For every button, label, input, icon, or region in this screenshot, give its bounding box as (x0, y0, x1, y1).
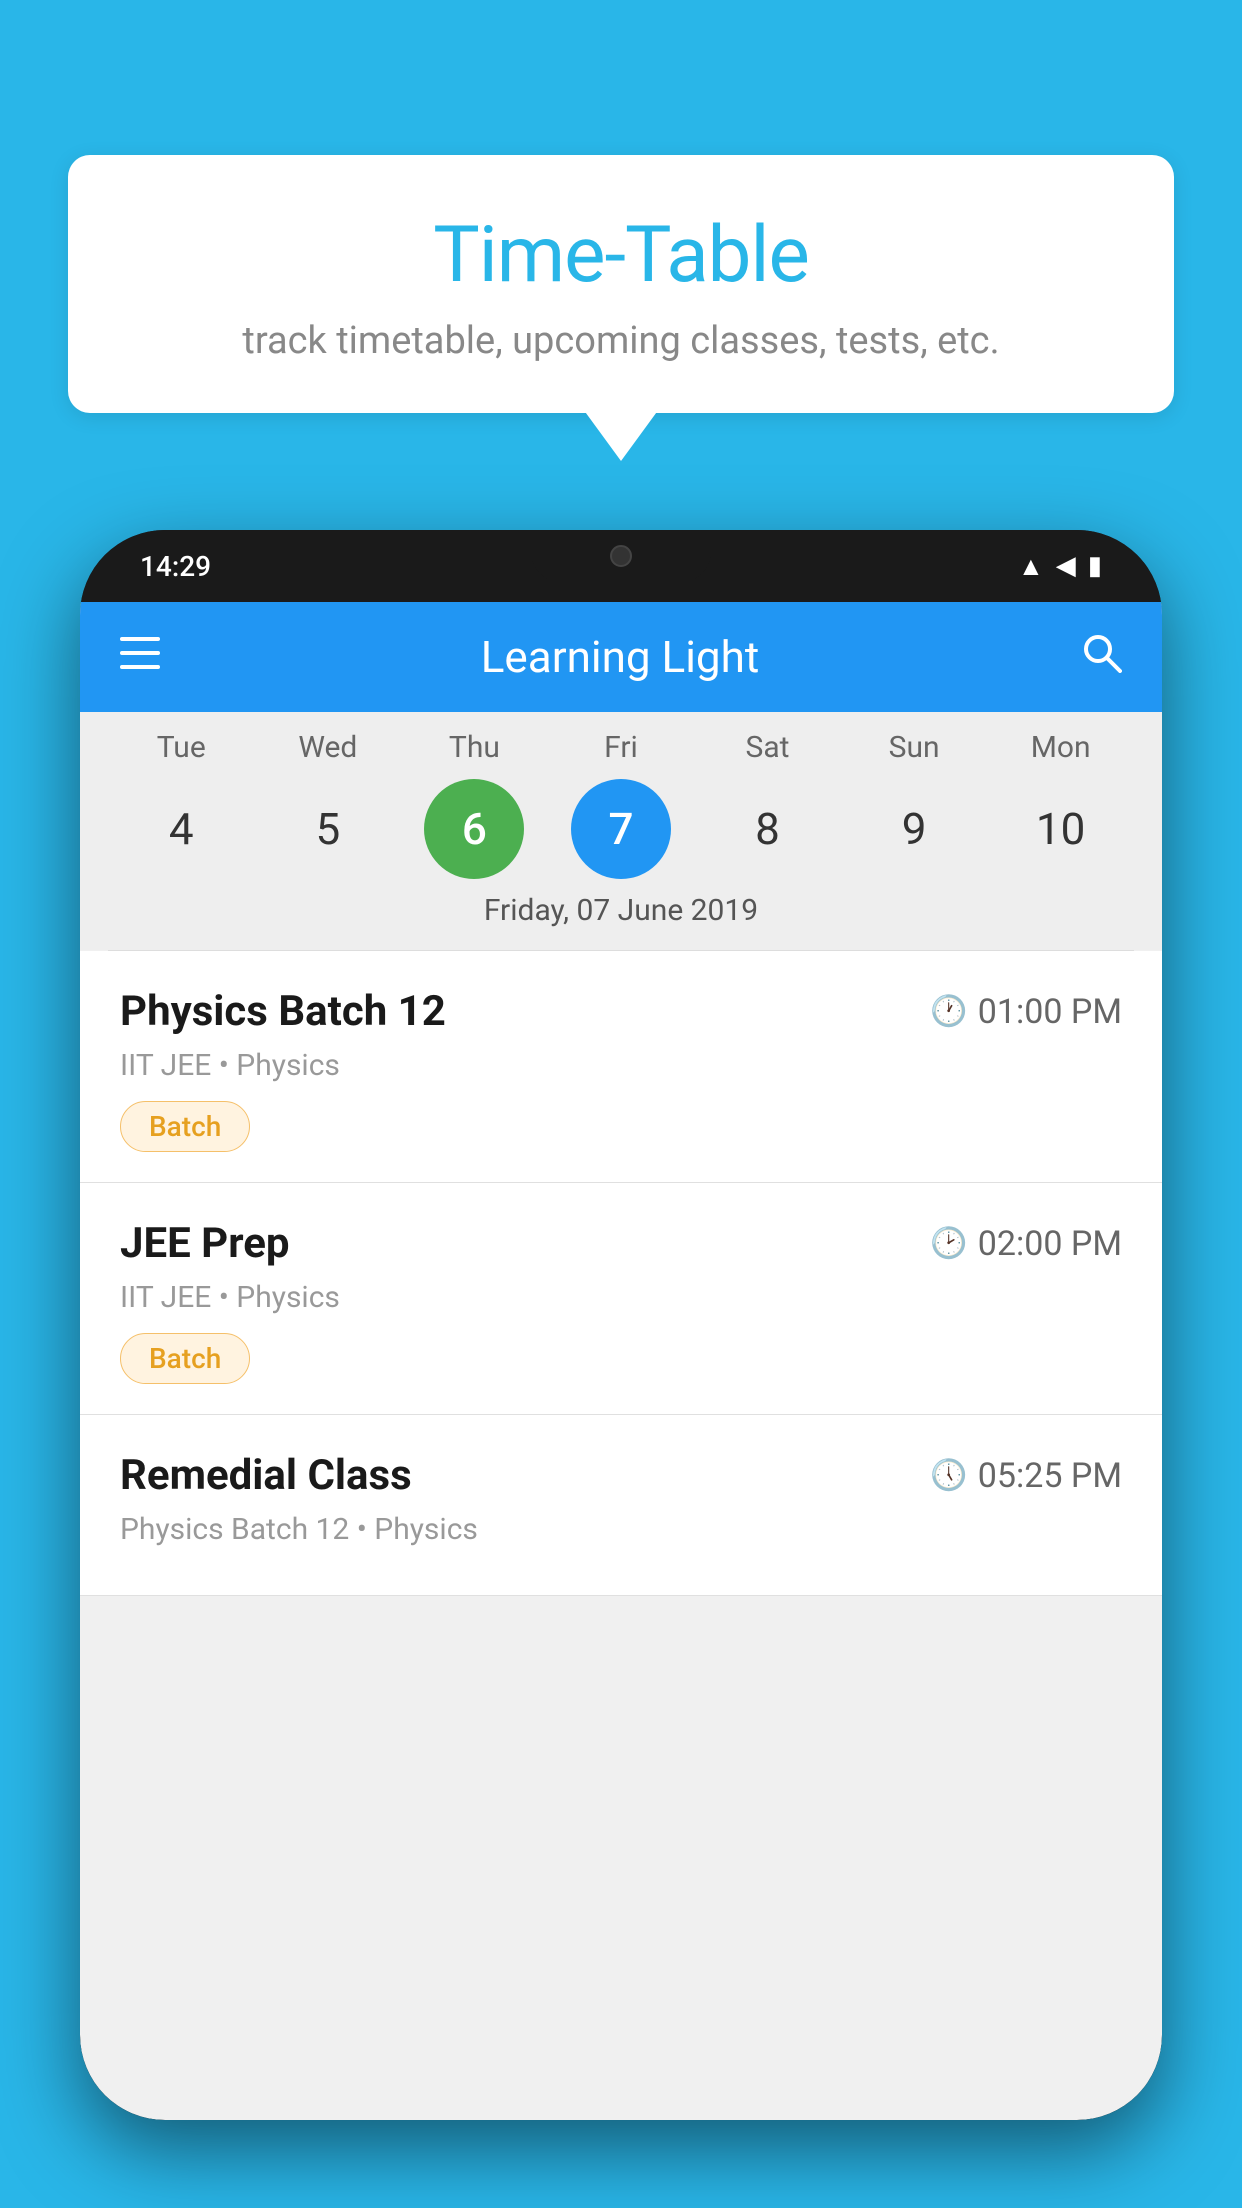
schedule-item-1[interactable]: JEE Prep 🕑 02:00 PM IIT JEE • Physics Ba… (80, 1183, 1162, 1415)
status-time: 14:29 (140, 550, 211, 583)
schedule-title-2: Remedial Class (120, 1451, 412, 1500)
schedule-item-header-2: Remedial Class 🕔 05:25 PM (120, 1451, 1122, 1500)
day-label-thu: Thu (424, 730, 524, 765)
schedule-item-header-1: JEE Prep 🕑 02:00 PM (120, 1219, 1122, 1268)
schedule-subtitle-2: Physics Batch 12 • Physics (120, 1512, 1122, 1547)
batch-badge-0: Batch (120, 1101, 250, 1152)
date-9[interactable]: 9 (864, 779, 964, 879)
schedule-time-text-1: 02:00 PM (978, 1224, 1122, 1264)
day-label-tue: Tue (131, 730, 231, 765)
phone-container: 14:29 ▲ ◀ ▮ Learning (80, 530, 1162, 2208)
date-7-selected[interactable]: 7 (571, 779, 671, 879)
schedule-time-text-0: 01:00 PM (978, 992, 1122, 1032)
app-bar-title: Learning Light (160, 631, 1080, 683)
battery-icon: ▮ (1088, 551, 1102, 581)
phone-screen: Learning Light Tue Wed Thu Fri Sat Sun (80, 602, 1162, 2120)
day-label-sat: Sat (718, 730, 818, 765)
app-bar: Learning Light (80, 602, 1162, 712)
bubble-subtitle: track timetable, upcoming classes, tests… (128, 319, 1114, 363)
day-label-mon: Mon (1011, 730, 1111, 765)
schedule-time-1: 🕑 02:00 PM (930, 1224, 1122, 1264)
schedule-list: Physics Batch 12 🕐 01:00 PM IIT JEE • Ph… (80, 951, 1162, 1596)
clock-icon-0: 🕐 (930, 994, 967, 1029)
schedule-time-0: 🕐 01:00 PM (930, 992, 1122, 1032)
schedule-title-0: Physics Batch 12 (120, 987, 446, 1036)
clock-icon-2: 🕔 (930, 1458, 967, 1493)
schedule-subtitle-1: IIT JEE • Physics (120, 1280, 1122, 1315)
menu-icon[interactable] (120, 635, 160, 679)
speech-bubble-container: Time-Table track timetable, upcoming cla… (68, 155, 1174, 413)
date-5[interactable]: 5 (278, 779, 378, 879)
day-label-fri: Fri (571, 730, 671, 765)
phone-notch (531, 530, 711, 582)
schedule-item-0[interactable]: Physics Batch 12 🕐 01:00 PM IIT JEE • Ph… (80, 951, 1162, 1183)
search-icon[interactable] (1080, 631, 1122, 683)
schedule-title-1: JEE Prep (120, 1219, 290, 1268)
wifi-icon: ▲ (1018, 551, 1044, 582)
calendar-days-header: Tue Wed Thu Fri Sat Sun Mon (80, 730, 1162, 765)
schedule-item-2[interactable]: Remedial Class 🕔 05:25 PM Physics Batch … (80, 1415, 1162, 1596)
phone-frame: 14:29 ▲ ◀ ▮ Learning (80, 530, 1162, 2120)
batch-badge-1: Batch (120, 1333, 250, 1384)
calendar-strip: Tue Wed Thu Fri Sat Sun Mon 4 5 6 7 8 9 … (80, 712, 1162, 950)
date-8[interactable]: 8 (718, 779, 818, 879)
day-label-sun: Sun (864, 730, 964, 765)
schedule-item-header-0: Physics Batch 12 🕐 01:00 PM (120, 987, 1122, 1036)
date-4[interactable]: 4 (131, 779, 231, 879)
status-bar: 14:29 ▲ ◀ ▮ (80, 530, 1162, 602)
date-10[interactable]: 10 (1011, 779, 1111, 879)
bubble-title: Time-Table (128, 210, 1114, 301)
front-camera (610, 545, 632, 567)
schedule-time-text-2: 05:25 PM (978, 1456, 1122, 1496)
schedule-subtitle-0: IIT JEE • Physics (120, 1048, 1122, 1083)
date-6-today[interactable]: 6 (424, 779, 524, 879)
schedule-time-2: 🕔 05:25 PM (930, 1456, 1122, 1496)
day-label-wed: Wed (278, 730, 378, 765)
speech-bubble: Time-Table track timetable, upcoming cla… (68, 155, 1174, 413)
calendar-dates: 4 5 6 7 8 9 10 (80, 779, 1162, 879)
signal-icon: ◀ (1056, 551, 1076, 581)
status-icons: ▲ ◀ ▮ (1018, 551, 1102, 582)
clock-icon-1: 🕑 (930, 1226, 967, 1261)
selected-date-label: Friday, 07 June 2019 (80, 879, 1162, 938)
